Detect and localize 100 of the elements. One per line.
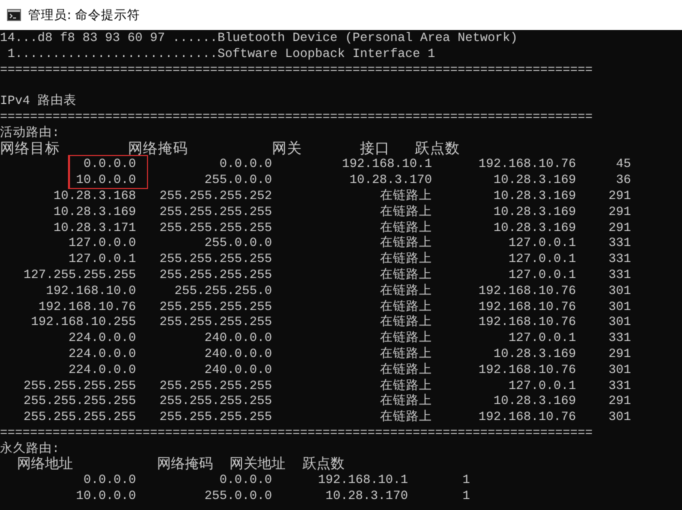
table-cell-text: 在链路上 — [379, 410, 432, 426]
table-cell-text: 127.0.0.0 — [67, 236, 136, 252]
table-cell-text: 在链路上 — [379, 346, 432, 362]
table-cell-text: 127.0.0.1 — [507, 378, 576, 394]
table-cell-text: 在链路上 — [379, 315, 432, 330]
terminal-icon — [7, 9, 21, 21]
table-cell-text: 331 — [607, 252, 631, 268]
table-cell-text: 在链路上 — [379, 188, 432, 204]
table-cell-text: 192.168.10.76 — [477, 362, 576, 379]
column-header-line: 网络地址 网络掩码 网关地址 跃点数 — [16, 458, 344, 474]
table-cell-text: 0.0.0.0 — [218, 157, 272, 174]
table-cell-text: 301 — [607, 362, 631, 379]
column-header: 跃点数 — [415, 142, 460, 158]
interface-line: 1...........................Software Loopback Interface 1 — [6, 46, 436, 63]
table-cell-text: 301 — [607, 300, 631, 316]
table-cell-text: 255.255.255.255 — [158, 394, 272, 410]
table-cell-text: 255.255.255.255 — [158, 315, 272, 332]
table-cell-text: 在链路上 — [379, 300, 432, 314]
table-cell-text: 255.255.255.255 — [158, 410, 272, 426]
table-cell-text: 45 — [614, 157, 631, 174]
table-cell-text: 291 — [607, 346, 631, 363]
table-cell-text: 10.28.3.169 — [492, 346, 576, 363]
table-cell-text: 291 — [607, 220, 631, 236]
table-cell-text: 10.28.3.171 — [52, 220, 136, 236]
table-cell-text: 1 — [461, 473, 470, 490]
table-cell-text: 10.28.3.170 — [348, 173, 432, 188]
table-cell-text: 192.168.10.76 — [477, 157, 576, 174]
table-cell-text: 192.168.10.0 — [44, 284, 136, 300]
table-cell-text: 0.0.0.0 — [82, 157, 136, 174]
table-cell-text: 331 — [607, 236, 631, 252]
separator-line: =============================================================================== — [0, 110, 593, 126]
window-title: 管理员: 命令提示符 — [28, 6, 140, 24]
table-cell-text: 291 — [607, 188, 631, 205]
table-cell-text: 192.168.10.1 — [340, 157, 432, 174]
table-cell-text: 301 — [607, 410, 631, 426]
table-cell-text: 192.168.10.1 — [316, 473, 408, 490]
table-cell-text: 192.168.10.76 — [477, 315, 576, 332]
table-cell-text: 在链路上 — [379, 362, 432, 378]
table-cell-text: 127.0.0.1 — [67, 252, 136, 268]
table-cell-text: 10.0.0.0 — [74, 489, 136, 505]
table-cell-text: 255.255.255.0 — [173, 284, 272, 300]
table-cell-text: 192.168.10.76 — [477, 284, 576, 300]
table-cell-text: 10.28.3.169 — [492, 173, 576, 189]
table-cell-text: 10.28.3.169 — [492, 204, 576, 221]
table-cell-text: 在链路上 — [379, 378, 432, 394]
table-cell-text: 255.255.255.255 — [22, 410, 136, 426]
table-cell-text: 224.0.0.0 — [67, 346, 136, 363]
separator-line: =============================================================================== — [0, 426, 593, 442]
section-title: 永久路由: — [0, 442, 60, 456]
table-cell-text: 在链路上 — [379, 394, 432, 410]
table-cell-text: 331 — [607, 331, 631, 347]
table-cell-text: 10.0.0.0 — [74, 173, 136, 189]
table-cell-text: 255.255.255.255 — [22, 378, 136, 394]
section-title: 活动路由: — [0, 126, 60, 141]
column-header: 网络目标 — [0, 142, 61, 158]
table-cell-text: 在链路上 — [379, 236, 432, 252]
table-cell-text: 291 — [607, 204, 631, 221]
column-header: 接口 — [360, 142, 391, 158]
table-cell-text: 224.0.0.0 — [67, 331, 136, 347]
table-cell-text: 255.255.255.255 — [158, 252, 272, 268]
table-cell-text: 在链路上 — [379, 220, 432, 236]
table-cell-text: 127.0.0.1 — [507, 268, 576, 284]
table-cell-text: 255.0.0.0 — [203, 236, 272, 252]
table-cell-text: 10.28.3.169 — [492, 220, 576, 236]
table-cell-text: 10.28.3.169 — [492, 188, 576, 205]
table-cell-text: 在链路上 — [379, 284, 432, 300]
table-cell-text: 240.0.0.0 — [203, 331, 272, 347]
column-header: 网络掩码 — [128, 142, 189, 158]
table-cell-text: 0.0.0.0 — [218, 473, 272, 490]
table-cell-text: 10.28.3.169 — [492, 394, 576, 410]
table-cell-text: 在链路上 — [379, 204, 432, 220]
table-cell-text: 192.168.10.76 — [477, 300, 576, 316]
table-cell-text: 255.255.255.255 — [158, 378, 272, 394]
table-cell-text: 10.28.3.170 — [324, 489, 408, 505]
table-cell-text: 在链路上 — [379, 252, 432, 268]
table-cell-text: 240.0.0.0 — [203, 346, 272, 363]
table-cell-text: 224.0.0.0 — [67, 362, 136, 379]
table-cell-text: 255.255.255.255 — [158, 204, 272, 221]
table-cell-text: 127.0.0.1 — [507, 236, 576, 252]
table-cell-text: 192.168.10.255 — [30, 315, 136, 332]
table-cell-text: 在链路上 — [379, 331, 432, 346]
table-cell-text: 255.255.255.255 — [158, 220, 272, 236]
table-cell-text: 1 — [461, 489, 470, 505]
table-cell-text: 192.168.10.76 — [37, 300, 136, 316]
table-cell-text: 331 — [607, 268, 631, 284]
table-cell-text: 301 — [607, 315, 631, 332]
table-cell-text: 0.0.0.0 — [82, 473, 136, 490]
table-cell-text: 127.255.255.255 — [22, 268, 136, 284]
table-cell-text: 255.255.255.255 — [158, 268, 272, 284]
column-header: 网关 — [272, 142, 303, 158]
separator-line: =============================================================================== — [0, 62, 593, 78]
table-cell-text: 36 — [614, 173, 631, 189]
table-cell-text: 10.28.3.169 — [52, 204, 136, 221]
section-title: IPv4 路由表 — [0, 94, 77, 110]
table-cell-text: 255.0.0.0 — [203, 489, 272, 505]
table-cell-text: 255.255.255.252 — [158, 188, 272, 205]
table-cell-text: 255.0.0.0 — [203, 173, 272, 189]
table-cell-text: 331 — [607, 378, 631, 394]
table-cell-text: 255.255.255.255 — [158, 300, 272, 316]
table-cell-text: 301 — [607, 284, 631, 300]
